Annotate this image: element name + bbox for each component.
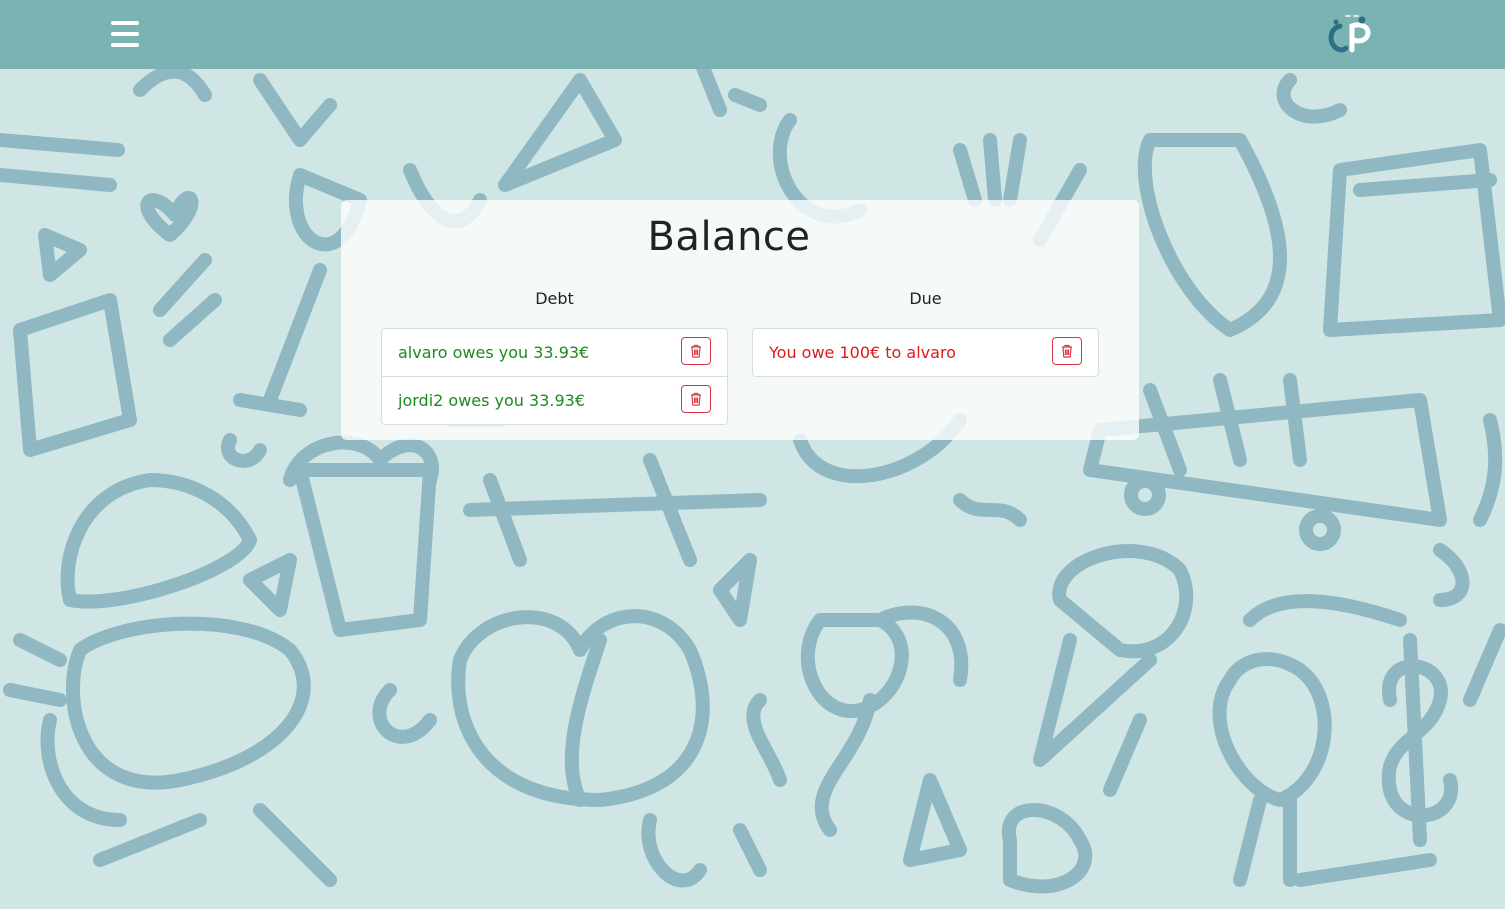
list-item: alvaro owes you 33.93€	[382, 329, 727, 376]
hamburger-icon[interactable]	[111, 21, 139, 47]
delete-due-button[interactable]	[1052, 337, 1082, 365]
due-list: You owe 100€ to alvaro	[752, 328, 1099, 377]
trash-icon	[1062, 344, 1072, 358]
background-doodle-pattern	[0, 53, 1505, 894]
page-title: Balance	[647, 214, 811, 260]
navbar	[0, 0, 1505, 69]
debt-heading: Debt	[535, 289, 574, 308]
trash-icon	[691, 344, 701, 358]
due-heading: Due	[909, 289, 942, 308]
balance-card: Balance Debt Due alvaro owes you 33.93€ …	[341, 200, 1139, 440]
app-logo[interactable]	[1324, 12, 1376, 56]
debt-item-text: alvaro owes you 33.93€	[398, 343, 590, 362]
debt-item-text: jordi2 owes you 33.93€	[398, 391, 586, 410]
debt-list: alvaro owes you 33.93€ jordi2 owes you 3…	[381, 328, 728, 425]
delete-debt-button[interactable]	[681, 385, 711, 413]
delete-debt-button[interactable]	[681, 337, 711, 365]
due-item-text: You owe 100€ to alvaro	[769, 343, 956, 362]
trash-icon	[691, 392, 701, 406]
list-item: jordi2 owes you 33.93€	[382, 376, 727, 424]
list-item: You owe 100€ to alvaro	[753, 329, 1098, 376]
